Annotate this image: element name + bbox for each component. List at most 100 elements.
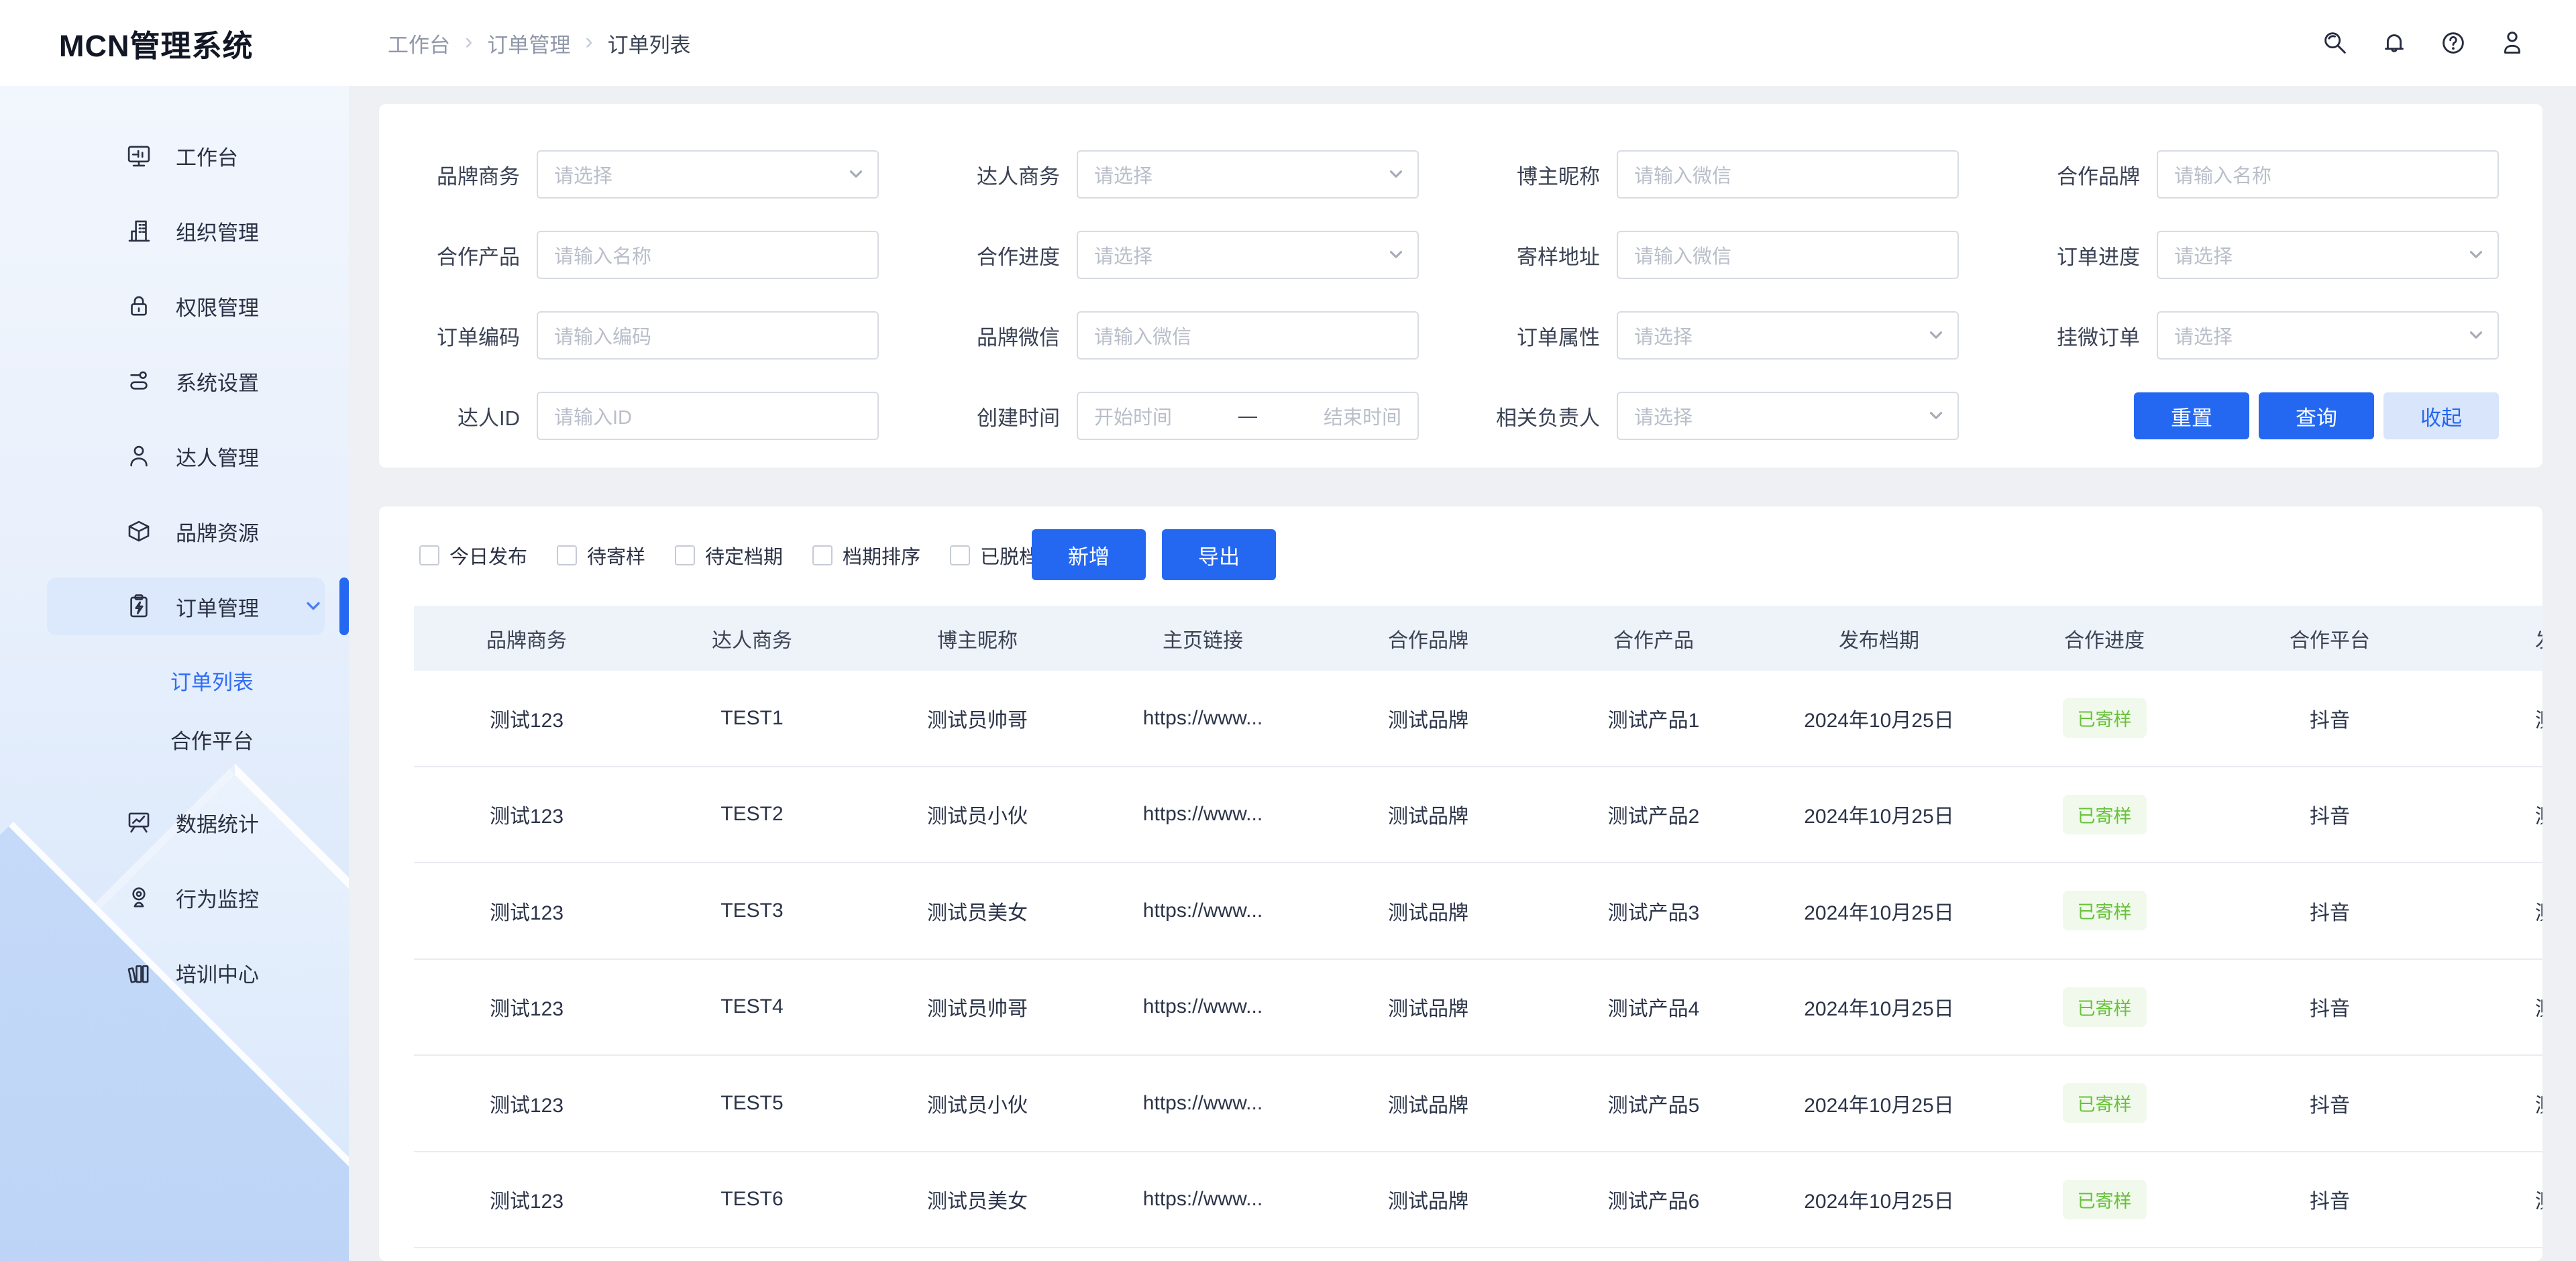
create-time-daterange[interactable]: 开始时间—结束时间 [1077,392,1419,440]
coop-product-input[interactable]: 请输入名称 [537,231,879,279]
add-button[interactable]: 新增 [1032,529,1146,580]
table-row[interactable]: 测试123TEST5测试员小伙https://www...测试品牌测试产品520… [414,1056,2542,1152]
filter-field-order-attr: 订单属性请选择 [1472,311,1959,360]
table-cell: https://www... [1090,1092,1316,1115]
monitor-icon [125,142,153,170]
sidebar-item-system-settings[interactable]: 系统设置 [0,343,349,419]
sidebar-item-brand-resource[interactable]: 品牌资源 [0,494,349,569]
sidebar-item-workbench[interactable]: 工作台 [0,118,349,193]
checkbox-today-publish[interactable]: 今日发布 [419,541,527,569]
breadcrumb-item[interactable]: 订单管理 [487,28,570,58]
filter-field-order-progress: 订单进度请选择 [2012,231,2499,279]
sidebar-item-order[interactable]: 订单管理 [0,569,349,644]
checkbox-waiting-sample[interactable]: 待寄样 [557,541,645,569]
daterange-separator: — [1232,405,1264,427]
orders-panel: 今日发布 待寄样 待定档期 档期排序 已脱档 新增 导出 品牌商务达人商务博主昵称主页链… [379,506,2542,1261]
status-badge: 已寄样 [2063,1083,2147,1123]
table-cell: 测试 [2443,704,2542,733]
reset-button[interactable]: 重置 [2134,392,2249,439]
talent-biz-select[interactable]: 请选择 [1077,150,1419,199]
input-placeholder: 请输入微信 [1094,321,1191,349]
coop-progress-select[interactable]: 请选择 [1077,231,1419,279]
column-header: 达人商务 [639,624,865,653]
table-cell: 测试品牌 [1316,992,1541,1022]
search-button[interactable]: 查询 [2259,392,2374,439]
sidebar-item-talent[interactable]: 达人管理 [0,419,349,494]
checkbox-schedule-sort[interactable]: 档期排序 [812,541,920,569]
sidebar-item-permission[interactable]: 权限管理 [0,268,349,343]
filter-label: 博主昵称 [1472,160,1600,190]
checkbox-waiting-schedule[interactable]: 待定档期 [675,541,783,569]
filter-field-brand-wechat: 品牌微信请输入微信 [932,311,1419,360]
table-cell: 测试员美女 [865,896,1090,926]
filter-field-create-time: 创建时间开始时间—结束时间 [932,392,1419,440]
table-cell: 抖音 [2217,1089,2443,1118]
chevron-down-icon [302,595,325,618]
sidebar-item-behavior-monitor[interactable]: 行为监控 [0,860,349,935]
chevron-down-icon [1385,244,1407,266]
table-cell: TEST3 [639,899,865,922]
search-icon[interactable] [2320,28,2351,58]
table-cell: 测试员小伙 [865,1089,1090,1118]
wechat-order-select[interactable]: 请选择 [2157,311,2499,360]
table-row[interactable]: 测试123TEST6测试员美女https://www...测试品牌测试产品620… [414,1152,2542,1249]
owner-select[interactable]: 请选择 [1617,392,1959,440]
table-cell: 测试品牌 [1316,896,1541,926]
table-cell: 测试产品5 [1541,1089,1766,1118]
table-cell: 已寄样 [1992,891,2217,930]
sidebar-item-label: 数据统计 [176,808,259,838]
filter-field-brand-biz: 品牌商务请选择 [392,150,879,199]
filter-label: 达人商务 [932,160,1060,190]
breadcrumb-item[interactable]: 工作台 [388,28,450,58]
table-cell: 测试品牌 [1316,704,1541,733]
column-header: 品牌商务 [414,624,639,653]
filter-panel: 品牌商务请选择达人商务请选择博主昵称请输入微信合作品牌请输入名称合作产品请输入名… [379,104,2542,468]
chevron-down-icon [1385,164,1407,185]
table-cell: 测试员小伙 [865,800,1090,829]
table-cell: 测试品牌 [1316,1089,1541,1118]
settings-icon [125,367,153,395]
blogger-nickname-input[interactable]: 请输入微信 [1617,150,1959,199]
sidebar-item-organization[interactable]: 组织管理 [0,193,349,268]
table-row[interactable]: 测试123TEST3测试员美女https://www...测试品牌测试产品320… [414,863,2542,960]
checkbox-off-schedule[interactable]: 已脱档 [950,541,1038,569]
filter-label: 合作品牌 [2012,160,2140,190]
collapse-button[interactable]: 收起 [2383,392,2499,439]
brand-wechat-input[interactable]: 请输入微信 [1077,311,1419,360]
table-cell: 测试产品4 [1541,992,1766,1022]
brand-biz-select[interactable]: 请选择 [537,150,879,199]
sidebar-subitem-coop-platform[interactable]: 合作平台 [0,710,349,769]
talent-id-input[interactable]: 请输入ID [537,392,879,440]
help-icon[interactable] [2438,28,2469,58]
table-cell: 测试 [2443,992,2542,1022]
checkbox-box [557,545,577,565]
table-row[interactable]: 测试123TEST1测试员帅哥https://www...测试品牌测试产品120… [414,671,2542,767]
user-icon[interactable] [2497,28,2528,58]
input-placeholder: 请输入微信 [1634,241,1731,269]
order-attr-select[interactable]: 请选择 [1617,311,1959,360]
table-cell: 测试 [2443,896,2542,926]
export-button[interactable]: 导出 [1162,529,1276,580]
table-row[interactable]: 测试123TEST2测试员小伙https://www...测试品牌测试产品220… [414,767,2542,864]
table-row[interactable]: 测试123TEST4测试员帅哥https://www...测试品牌测试产品420… [414,960,2542,1056]
sidebar-subitem-order-list[interactable]: 订单列表 [0,651,349,710]
table-cell: 测试员帅哥 [865,704,1090,733]
sample-address-input[interactable]: 请输入微信 [1617,231,1959,279]
coop-brand-input[interactable]: 请输入名称 [2157,150,2499,199]
input-placeholder: 请输入ID [554,402,632,430]
checkbox-label: 待寄样 [587,541,645,569]
sidebar-item-statistics[interactable]: 数据统计 [0,785,349,860]
notifications-icon[interactable] [2379,28,2410,58]
quick-filter-toolbar: 今日发布 待寄样 待定档期 档期排序 已脱档 [419,530,1068,581]
order-progress-select[interactable]: 请选择 [2157,231,2499,279]
chevron-down-icon [1925,325,1947,346]
select-placeholder: 请选择 [1634,321,1693,349]
checkbox-label: 今日发布 [449,541,527,569]
column-header: 合作品牌 [1316,624,1541,653]
column-header: 博主昵称 [865,624,1090,653]
table-header-row: 品牌商务达人商务博主昵称主页链接合作品牌合作产品发布档期合作进度合作平台发布 [414,606,2542,671]
sidebar-item-training-center[interactable]: 培训中心 [0,935,349,1010]
select-placeholder: 请选择 [1634,402,1693,430]
order-code-input[interactable]: 请输入编码 [537,311,879,360]
column-header: 主页链接 [1090,624,1316,653]
